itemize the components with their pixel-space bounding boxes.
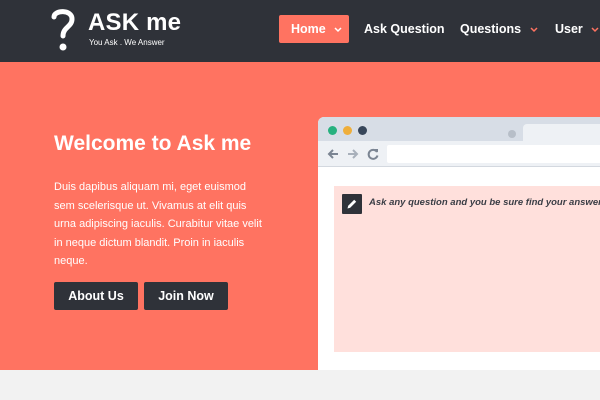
ask-question-panel: Ask any question and you be sure find yo… — [334, 186, 600, 352]
nav-item-home[interactable]: Home — [279, 15, 349, 43]
window-dot-icon — [328, 126, 337, 135]
hero-section: Welcome to Ask me Duis dapibus aliquam m… — [0, 62, 600, 370]
browser-toolbar — [318, 141, 600, 167]
reload-icon — [366, 147, 380, 161]
browser-tab — [523, 124, 600, 141]
nav-item-user[interactable]: User — [555, 15, 599, 43]
tab-close-icon — [508, 130, 516, 138]
top-header: ASK me You Ask . We Answer Home Ask Ques… — [0, 0, 600, 62]
chevron-down-icon — [591, 27, 599, 33]
nav-item-label: Home — [291, 22, 326, 36]
chevron-down-icon — [530, 27, 538, 33]
browser-titlebar — [318, 117, 600, 141]
chevron-down-icon — [334, 27, 342, 33]
back-arrow-icon — [326, 147, 340, 161]
brand-tagline: You Ask . We Answer — [89, 38, 165, 47]
forward-arrow-icon — [346, 147, 360, 161]
ask-question-input[interactable]: Ask any question and you be sure find yo… — [369, 197, 600, 208]
brand-title[interactable]: ASK me — [88, 9, 181, 37]
window-dot-icon — [343, 126, 352, 135]
address-bar — [387, 145, 600, 163]
hero-title: Welcome to Ask me — [54, 132, 252, 155]
join-now-button[interactable]: Join Now — [144, 282, 228, 310]
content-area — [0, 370, 600, 400]
question-mark-icon[interactable] — [50, 6, 76, 54]
nav-item-label: Ask Question — [364, 22, 445, 36]
about-us-button[interactable]: About Us — [54, 282, 138, 310]
window-dot-icon — [358, 126, 367, 135]
nav-item-ask-question[interactable]: Ask Question — [364, 15, 445, 43]
nav-item-label: User — [555, 22, 583, 36]
nav-item-label: Questions — [460, 22, 522, 36]
hero-description: Duis dapibus aliquam mi, eget euismod se… — [54, 181, 262, 267]
browser-mockup: Ask any question and you be sure find yo… — [318, 117, 600, 370]
nav-item-questions[interactable]: Questions — [460, 15, 538, 43]
pencil-icon[interactable] — [342, 194, 362, 214]
